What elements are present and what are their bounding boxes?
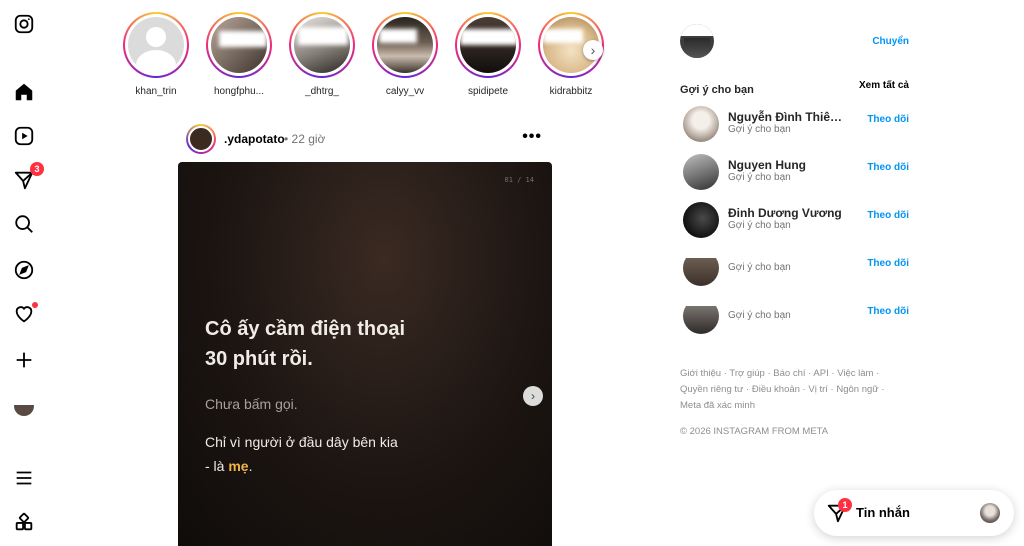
headline-line-2: 30 phút rồi. xyxy=(205,348,313,370)
notifications-badge: 3 xyxy=(30,162,44,176)
suggestion-avatar[interactable] xyxy=(683,250,719,286)
footer-link[interactable]: Điều khoản xyxy=(752,384,800,395)
footer-link[interactable]: Việc làm xyxy=(837,368,873,379)
left-nav: 3 xyxy=(0,0,48,546)
menu-hamburger-icon[interactable] xyxy=(12,466,36,490)
more-options-icon[interactable]: ••• xyxy=(522,128,542,146)
instagram-logo-icon[interactable] xyxy=(12,12,36,36)
messages-badge: 1 xyxy=(838,498,852,512)
direct-messages-icon[interactable]: 3 xyxy=(12,162,44,192)
suggestion-name[interactable]: Nguyễn Đình Thiên... xyxy=(728,110,846,124)
post-header: .ydapotato • 22 giờ ••• xyxy=(186,124,552,154)
slide-counter: 01 / 14 xyxy=(504,176,534,184)
messages-label: Tin nhắn xyxy=(856,505,910,520)
suggestion-avatar[interactable] xyxy=(683,202,719,238)
story-username: spidipete xyxy=(467,86,509,97)
stories-next-button[interactable]: › xyxy=(583,40,603,60)
story-username: calyy_vv xyxy=(385,86,425,97)
post-author-avatar[interactable] xyxy=(186,124,216,154)
suggestion-subtitle: Gợi ý cho bạn xyxy=(728,172,791,183)
default-avatar-icon xyxy=(128,17,184,73)
suggestion-name[interactable]: Nguyen Hung xyxy=(728,158,806,172)
media-next-button[interactable]: › xyxy=(523,386,543,406)
home-icon[interactable] xyxy=(12,80,36,104)
chevron-right-icon: › xyxy=(531,389,535,403)
post-body-line-2: - là mẹ. xyxy=(205,458,252,474)
activity-dot xyxy=(32,302,38,308)
body-prefix: - là xyxy=(205,458,229,474)
story-item[interactable]: spidipete xyxy=(452,12,524,97)
footer-link[interactable]: API xyxy=(813,368,828,379)
footer-link[interactable]: Trợ giúp xyxy=(729,368,764,379)
search-icon[interactable] xyxy=(12,212,36,236)
headline-line-1: Cô ấy cầm điện thoại xyxy=(205,318,406,340)
post-body-line-1: Chỉ vì người ở đầu dây bên kia xyxy=(205,434,398,450)
follow-button[interactable]: Theo dõi xyxy=(867,306,909,317)
copyright: © 2026 INSTAGRAM FROM META xyxy=(680,426,829,437)
story-username: hongfphu... xyxy=(213,86,265,97)
current-account-row: Chuyển xyxy=(680,24,912,60)
story-item[interactable]: _dhtrg_ xyxy=(286,12,358,97)
suggestion-name[interactable]: Đinh Dương Vương xyxy=(728,206,842,220)
current-account-avatar[interactable] xyxy=(680,24,714,58)
body-highlight: mẹ xyxy=(228,458,249,474)
story-item[interactable]: khan_trin xyxy=(120,12,192,97)
suggestion-subtitle: Gợi ý cho bạn xyxy=(728,124,791,135)
suggestion-avatar[interactable] xyxy=(683,154,719,190)
post-media[interactable]: 01 / 14 Cô ấy cầm điện thoại 30 phút rồi… xyxy=(178,162,552,546)
footer-links: Giới thiệu · Trợ giúp · Báo chí · API · … xyxy=(680,368,885,411)
suggestion-avatar[interactable] xyxy=(683,106,719,142)
post-username[interactable]: .ydapotato xyxy=(224,132,285,146)
body-suffix: . xyxy=(248,458,253,474)
footer-link[interactable]: Báo chí xyxy=(773,368,805,379)
explore-compass-icon[interactable] xyxy=(12,258,36,282)
messages-avatar xyxy=(980,503,1000,523)
story-item[interactable]: calyy_vv xyxy=(369,12,441,97)
story-item[interactable]: hongfphu... xyxy=(203,12,275,97)
suggestion-row: Đinh Dương Vương Gợi ý cho bạn Theo dõi xyxy=(680,202,912,242)
footer-link[interactable]: Vị trí xyxy=(808,384,828,395)
create-plus-icon[interactable] xyxy=(12,348,36,372)
suggestion-subtitle: Gợi ý cho bạn xyxy=(728,220,791,231)
story-username: kidrabbitz xyxy=(549,86,593,97)
suggestion-subtitle: Gợi ý cho bạn xyxy=(728,262,791,273)
post-headline: Cô ấy cầm điện thoại 30 phút rồi. xyxy=(205,314,505,374)
chevron-right-icon: › xyxy=(590,42,596,58)
suggestion-row: Gợi ý cho bạn Theo dõi xyxy=(680,298,912,338)
footer-link[interactable]: Meta đã xác minh xyxy=(680,400,755,411)
follow-button[interactable]: Theo dõi xyxy=(867,258,909,269)
messages-button[interactable]: 1 Tin nhắn xyxy=(814,490,1014,536)
see-all-link[interactable]: Xem tất cả xyxy=(859,80,909,91)
follow-button[interactable]: Theo dõi xyxy=(867,162,909,173)
stories-tray: khan_trin hongfphu... _dhtrg_ calyy_vv s… xyxy=(118,12,608,102)
follow-button[interactable]: Theo dõi xyxy=(867,114,909,125)
post-time: • 22 giờ xyxy=(284,132,326,146)
footer-link[interactable]: Giới thiệu xyxy=(680,368,721,379)
follow-button[interactable]: Theo dõi xyxy=(867,210,909,221)
also-from-meta-icon[interactable] xyxy=(12,510,36,534)
suggestions-title: Gợi ý cho bạn xyxy=(680,84,754,96)
suggestion-row: Gợi ý cho bạn Theo dõi xyxy=(680,250,912,290)
suggestion-subtitle: Gợi ý cho bạn xyxy=(728,310,791,321)
footer-link[interactable]: Ngôn ngữ xyxy=(836,384,878,395)
suggestion-avatar[interactable] xyxy=(683,298,719,334)
suggestion-row: Nguyen Hung Gợi ý cho bạn Theo dõi xyxy=(680,154,912,194)
reels-icon[interactable] xyxy=(12,124,36,148)
profile-avatar[interactable] xyxy=(12,394,36,418)
story-username: khan_trin xyxy=(135,86,177,97)
switch-account-link[interactable]: Chuyển xyxy=(872,36,909,47)
suggestion-row: Nguyễn Đình Thiên... Gợi ý cho bạn Theo … xyxy=(680,106,912,146)
footer-link[interactable]: Quyền riêng tư xyxy=(680,384,743,395)
heart-icon[interactable] xyxy=(12,302,38,326)
post-subline: Chưa bấm gọi. xyxy=(205,396,298,412)
story-username: _dhtrg_ xyxy=(305,86,339,97)
suggestions-header: Gợi ý cho bạn Xem tất cả xyxy=(680,80,912,98)
